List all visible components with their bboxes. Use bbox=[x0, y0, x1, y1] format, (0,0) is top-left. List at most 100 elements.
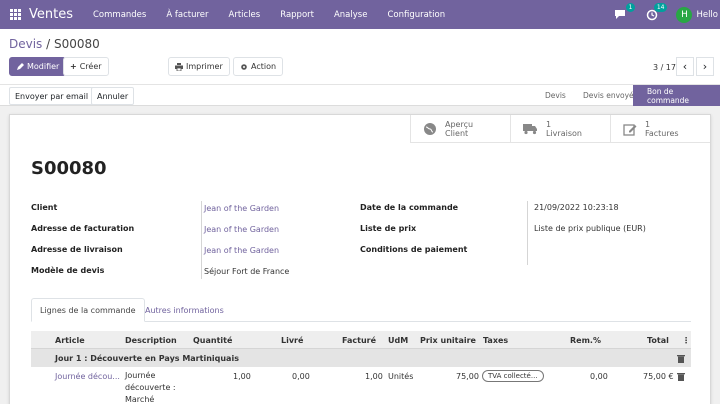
delivery-address-field[interactable]: Jean of the Garden bbox=[204, 246, 279, 255]
menu-analyse[interactable]: Analyse bbox=[334, 10, 367, 20]
action-button-label: Action bbox=[251, 62, 277, 71]
column-options-icon[interactable]: ⋮ bbox=[682, 336, 690, 345]
create-button[interactable]: + Créer bbox=[63, 57, 109, 76]
cancel-button[interactable]: Annuler bbox=[91, 87, 135, 105]
field-separator bbox=[527, 201, 528, 265]
payment-terms-label: Conditions de paiement bbox=[360, 245, 468, 254]
edit-button-label: Modifier bbox=[27, 62, 60, 71]
tab-other-info[interactable]: Autres informations bbox=[137, 298, 232, 322]
control-panel: Devis / S00080 Modifier + Créer Imprimer… bbox=[0, 29, 720, 84]
row-tax-tag[interactable]: TVA collecté... bbox=[482, 370, 544, 382]
menu-configuration[interactable]: Configuration bbox=[387, 10, 445, 20]
invoices-button[interactable]: 1 Factures bbox=[610, 115, 710, 143]
section-row[interactable]: Jour 1 : Découverte en Pays Martiniquais bbox=[31, 349, 691, 367]
invoice-address-field[interactable]: Jean of the Garden bbox=[204, 225, 279, 234]
pricelist-field[interactable]: Liste de prix publique (EUR) bbox=[534, 224, 646, 233]
pencil-icon bbox=[17, 62, 24, 70]
row-description-line1: Journée bbox=[125, 371, 156, 380]
menu-commandes[interactable]: Commandes bbox=[93, 10, 146, 20]
breadcrumb-separator: / bbox=[42, 37, 54, 51]
trash-icon[interactable] bbox=[677, 372, 685, 383]
row-description-line3: Marché bbox=[125, 395, 155, 404]
order-date-field[interactable]: 21/09/2022 10:23:18 bbox=[534, 203, 619, 212]
apps-menu-icon[interactable] bbox=[5, 0, 25, 29]
app-name[interactable]: Ventes bbox=[29, 7, 73, 22]
customer-preview-button[interactable]: Aperçu Client bbox=[410, 115, 510, 143]
print-button-label: Imprimer bbox=[186, 62, 223, 71]
row-discount[interactable]: 0,00 bbox=[590, 372, 608, 381]
notebook-tabs: Lignes de la commande Autres information… bbox=[31, 298, 691, 322]
menu-rapport[interactable]: Rapport bbox=[280, 10, 314, 20]
client-label: Client bbox=[31, 203, 58, 212]
col-description[interactable]: Description bbox=[125, 336, 177, 345]
order-date-label: Date de la commande bbox=[360, 203, 459, 212]
send-email-button[interactable]: Envoyer par email bbox=[9, 87, 95, 105]
row-quantity[interactable]: 1,00 bbox=[233, 372, 251, 381]
smart-delivery-count: 1 bbox=[546, 120, 552, 129]
breadcrumb-current: S00080 bbox=[53, 37, 100, 51]
row-description-line2: découverte : bbox=[125, 383, 176, 392]
tab-order-lines[interactable]: Lignes de la commande bbox=[31, 298, 145, 322]
smart-invoices-count: 1 bbox=[645, 120, 651, 129]
activities-count-badge: 14 bbox=[653, 2, 668, 12]
section-title: Jour 1 : Découverte en Pays Martiniquais bbox=[55, 354, 239, 363]
breadcrumb-devis[interactable]: Devis bbox=[9, 37, 42, 51]
pager-next-button[interactable]: › bbox=[696, 57, 714, 76]
col-unit-price[interactable]: Prix unitaire bbox=[420, 336, 476, 345]
status-bar: Envoyer par email Annuler Devis Devis en… bbox=[0, 84, 720, 106]
col-quantity[interactable]: Quantité bbox=[193, 336, 232, 345]
delivery-address-label: Adresse de livraison bbox=[31, 245, 123, 254]
create-button-label: Créer bbox=[79, 62, 102, 71]
col-delivered[interactable]: Livré bbox=[281, 336, 303, 345]
col-taxes[interactable]: Taxes bbox=[483, 336, 508, 345]
pager-value[interactable]: 3 / 17 bbox=[653, 63, 676, 72]
gear-icon bbox=[241, 63, 247, 70]
row-total: 75,00 € bbox=[643, 372, 674, 381]
user-name[interactable]: Hello bbox=[696, 10, 718, 20]
client-field[interactable]: Jean of the Garden bbox=[204, 204, 279, 213]
chevron-right-icon: › bbox=[702, 60, 708, 73]
globe-icon bbox=[424, 123, 436, 135]
quotation-template-field[interactable]: Séjour Fort de France bbox=[204, 267, 289, 276]
table-row[interactable]: Journée décou... Journée découverte : Ma… bbox=[31, 367, 691, 404]
row-unit-price[interactable]: 75,00 bbox=[456, 372, 479, 381]
edit-button[interactable]: Modifier bbox=[9, 57, 67, 76]
smart-delivery-label: Livraison bbox=[546, 129, 582, 138]
avatar[interactable]: H bbox=[676, 6, 693, 23]
field-separator bbox=[201, 201, 202, 279]
col-invoiced[interactable]: Facturé bbox=[342, 336, 376, 345]
breadcrumb: Devis / S00080 bbox=[9, 37, 100, 51]
col-discount[interactable]: Rem.% bbox=[570, 336, 601, 345]
quotation-template-label: Modèle de devis bbox=[31, 266, 105, 275]
action-button[interactable]: Action bbox=[233, 57, 284, 76]
stage-bon-de-commande[interactable]: Bon de commande bbox=[633, 85, 720, 106]
activity-clock-icon[interactable]: 14 bbox=[644, 2, 668, 23]
print-button[interactable]: Imprimer bbox=[168, 57, 230, 76]
smart-preview-line2: Client bbox=[445, 129, 469, 138]
record-title: S00080 bbox=[31, 158, 107, 179]
table-header: Article Description Quantité Livré Factu… bbox=[31, 331, 691, 349]
row-delivered[interactable]: 0,00 bbox=[292, 372, 310, 381]
messaging-icon[interactable]: 1 bbox=[612, 2, 636, 23]
row-uom[interactable]: Unités bbox=[388, 372, 413, 381]
stage-devis-envoye[interactable]: Devis envoyé bbox=[583, 85, 634, 106]
pricelist-label: Liste de prix bbox=[360, 224, 417, 233]
col-total[interactable]: Total bbox=[647, 336, 669, 345]
pager-previous-button[interactable]: ‹ bbox=[676, 57, 694, 76]
row-article[interactable]: Journée décou... bbox=[55, 372, 120, 381]
truck-icon bbox=[523, 124, 537, 135]
stage-devis[interactable]: Devis bbox=[545, 85, 566, 106]
trash-icon[interactable] bbox=[677, 354, 685, 365]
invoice-address-label: Adresse de facturation bbox=[31, 224, 135, 233]
menu-a-facturer[interactable]: À facturer bbox=[166, 10, 208, 20]
messages-count-badge: 1 bbox=[625, 2, 636, 12]
chevron-left-icon: ‹ bbox=[682, 60, 688, 73]
row-description[interactable]: Journée découverte : Marché bbox=[125, 370, 176, 404]
col-article[interactable]: Article bbox=[55, 336, 85, 345]
top-navbar: Ventes Commandes À facturer Articles Rap… bbox=[0, 0, 720, 29]
col-uom[interactable]: UdM bbox=[388, 336, 408, 345]
row-invoiced[interactable]: 1,00 bbox=[365, 372, 383, 381]
menu-articles[interactable]: Articles bbox=[229, 10, 261, 20]
delivery-button[interactable]: 1 Livraison bbox=[510, 115, 610, 143]
smart-invoices-label: Factures bbox=[645, 129, 679, 138]
